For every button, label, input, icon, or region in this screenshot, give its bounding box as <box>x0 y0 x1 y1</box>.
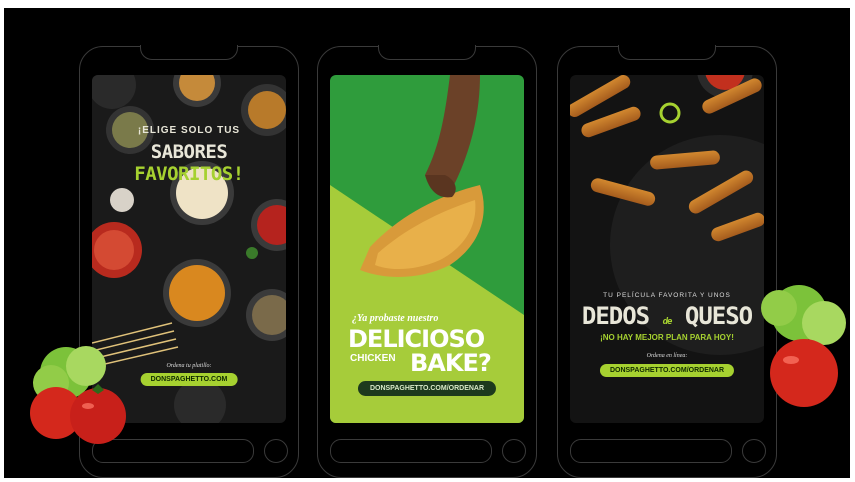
headline-top: ¡ELIGE SOLO TUS <box>137 125 241 136</box>
story-screen-chicken-bake: ¿Ya probaste nuestro DELICIOSO CHICKEN B… <box>330 75 524 423</box>
headline-main: SABORES FAVORITOS! <box>134 141 244 185</box>
headline-bake: BAKE? <box>410 349 492 377</box>
phone-notch <box>140 45 238 60</box>
headline-dedos-queso: DEDOS de QUESO <box>581 302 753 330</box>
tomato-lettuce-right <box>761 285 846 407</box>
subline: ¡NO HAY MEJOR PLAN PARA HOY! <box>600 333 734 342</box>
phone-home-button <box>264 439 288 463</box>
headline-chicken: CHICKEN <box>350 353 396 364</box>
phone-frame-2: ¿Ya probaste nuestro DELICIOSO CHICKEN B… <box>317 45 537 478</box>
url-pill[interactable]: DONSPAGHETTO.COM/ORDENAR <box>599 364 735 377</box>
tagline: TU PELÍCULA FAVORITA Y UNOS <box>603 292 731 299</box>
phone-bottom-bar <box>330 439 492 463</box>
phone-frame-3: TU PELÍCULA FAVORITA Y UNOS DEDOS de QUE… <box>557 45 777 478</box>
question-text: ¿Ya probaste nuestro <box>352 313 439 324</box>
phone-bottom-bar <box>570 439 732 463</box>
story-screen-cheese-sticks: TU PELÍCULA FAVORITA Y UNOS DEDOS de QUE… <box>570 75 764 423</box>
mockup-stage: ¡ELIGE SOLO TUS SABORES FAVORITOS! Orden… <box>4 8 850 478</box>
phone-home-button <box>502 439 526 463</box>
url-pill[interactable]: DONSPAGHETTO.COM/ORDENAR <box>357 381 497 396</box>
phone-notch <box>378 45 476 60</box>
cta-label: Ordena en línea: <box>646 353 688 359</box>
phone-notch <box>618 45 716 60</box>
phone-home-button <box>742 439 766 463</box>
tomato-lettuce-left <box>30 346 126 444</box>
url-pill[interactable]: DONSPAGHETTO.COM <box>140 373 238 386</box>
